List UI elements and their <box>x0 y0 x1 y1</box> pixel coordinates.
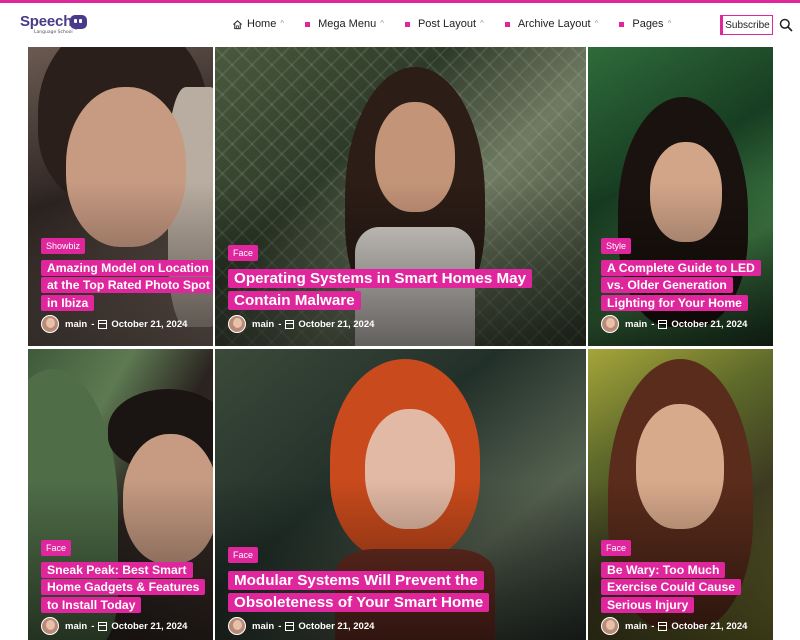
home-icon <box>233 19 242 29</box>
nav-item-archive-layout[interactable]: Archive Layout ^ <box>504 15 599 33</box>
post-title[interactable]: Sneak Peak: Best Smart Home Gadgets & Fe… <box>41 562 211 614</box>
category-badge[interactable]: Face <box>228 547 259 563</box>
nav-item-mega-menu[interactable]: Mega Menu ^ <box>305 15 384 33</box>
calendar-icon <box>285 319 295 329</box>
meta-separator: - <box>91 620 95 632</box>
post-card[interactable]: Face Sneak Peak: Best Smart Home Gadgets… <box>28 349 213 640</box>
post-card[interactable]: Showbiz Amazing Model on Location at the… <box>28 47 213 346</box>
chevron-down-icon: ^ <box>480 19 484 28</box>
search-icon[interactable] <box>779 18 793 32</box>
nav-label: Pages <box>632 18 664 30</box>
category-badge[interactable]: Face <box>41 540 72 556</box>
category-badge[interactable]: Face <box>601 540 632 556</box>
site-header: Speech Language School Home ^ Mega Menu … <box>0 3 800 45</box>
post-date: October 21, 2024 <box>298 318 375 330</box>
meta-separator: - <box>278 318 282 330</box>
post-meta: main - October 21, 2024 <box>41 617 187 635</box>
nav-marker <box>504 21 510 27</box>
nav-item-home[interactable]: Home ^ <box>232 15 284 33</box>
category-badge[interactable]: Face <box>228 245 259 261</box>
post-meta: main - October 21, 2024 <box>228 315 374 333</box>
calendar-icon <box>98 621 108 631</box>
post-date: October 21, 2024 <box>111 620 188 632</box>
post-meta: main - October 21, 2024 <box>601 617 747 635</box>
main-nav: Home ^ Mega Menu ^ Post Layout ^ Archive… <box>232 15 671 33</box>
nav-marker <box>305 21 311 27</box>
author-name[interactable]: main <box>65 621 87 632</box>
nav-marker <box>404 21 410 27</box>
avatar[interactable] <box>41 617 59 635</box>
post-date: October 21, 2024 <box>671 318 748 330</box>
meta-separator: - <box>651 318 655 330</box>
meta-separator: - <box>91 318 95 330</box>
post-card[interactable]: Face Be Wary: Too Much Exercise Could Ca… <box>588 349 773 640</box>
nav-item-pages[interactable]: Pages ^ <box>619 15 671 33</box>
author-name[interactable]: main <box>65 319 87 330</box>
post-date: October 21, 2024 <box>671 620 748 632</box>
post-meta: main - October 21, 2024 <box>41 315 187 333</box>
subscribe-button[interactable]: Subscribe <box>720 15 773 35</box>
post-card[interactable]: Face Operating Systems in Smart Homes Ma… <box>215 47 586 346</box>
post-meta: main - October 21, 2024 <box>228 617 374 635</box>
nav-label: Home <box>247 18 277 30</box>
nav-marker <box>619 21 625 27</box>
post-title[interactable]: Amazing Model on Location at the Top Rat… <box>41 260 213 312</box>
author-name[interactable]: main <box>252 319 274 330</box>
avatar[interactable] <box>228 315 246 333</box>
post-title[interactable]: Be Wary: Too Much Exercise Could Cause S… <box>601 562 771 614</box>
logo-subtitle: Language School <box>34 30 73 35</box>
nav-label: Post Layout <box>417 18 477 30</box>
calendar-icon <box>98 319 108 329</box>
post-card[interactable]: Style A Complete Guide to LED vs. Older … <box>588 47 773 346</box>
avatar[interactable] <box>601 617 619 635</box>
post-meta: main - October 21, 2024 <box>601 315 747 333</box>
nav-label: Mega Menu <box>318 18 377 30</box>
chevron-down-icon: ^ <box>280 19 285 28</box>
author-name[interactable]: main <box>252 621 274 632</box>
meta-separator: - <box>278 620 282 632</box>
post-title[interactable]: Operating Systems in Smart Homes May Con… <box>228 268 558 311</box>
avatar[interactable] <box>601 315 619 333</box>
calendar-icon <box>658 319 668 329</box>
chevron-down-icon: ^ <box>380 19 384 28</box>
calendar-icon <box>658 621 668 631</box>
category-badge[interactable]: Style <box>601 238 632 254</box>
author-name[interactable]: main <box>625 621 647 632</box>
avatar[interactable] <box>228 617 246 635</box>
speech-bubble-icon <box>70 15 87 30</box>
post-date: October 21, 2024 <box>111 318 188 330</box>
post-title[interactable]: A Complete Guide to LED vs. Older Genera… <box>601 260 771 312</box>
site-logo[interactable]: Speech Language School <box>20 13 90 39</box>
chevron-down-icon: ^ <box>667 19 672 28</box>
post-title[interactable]: Modular Systems Will Prevent the Obsolet… <box>228 570 558 613</box>
chevron-down-icon: ^ <box>594 19 599 28</box>
nav-label: Archive Layout <box>517 18 591 30</box>
logo-text: Speech <box>20 13 73 30</box>
meta-separator: - <box>651 620 655 632</box>
calendar-icon <box>285 621 295 631</box>
author-name[interactable]: main <box>625 319 647 330</box>
category-badge[interactable]: Showbiz <box>41 238 86 254</box>
nav-item-post-layout[interactable]: Post Layout ^ <box>404 15 484 33</box>
post-card[interactable]: Face Modular Systems Will Prevent the Ob… <box>215 349 586 640</box>
avatar[interactable] <box>41 315 59 333</box>
post-date: October 21, 2024 <box>298 620 375 632</box>
